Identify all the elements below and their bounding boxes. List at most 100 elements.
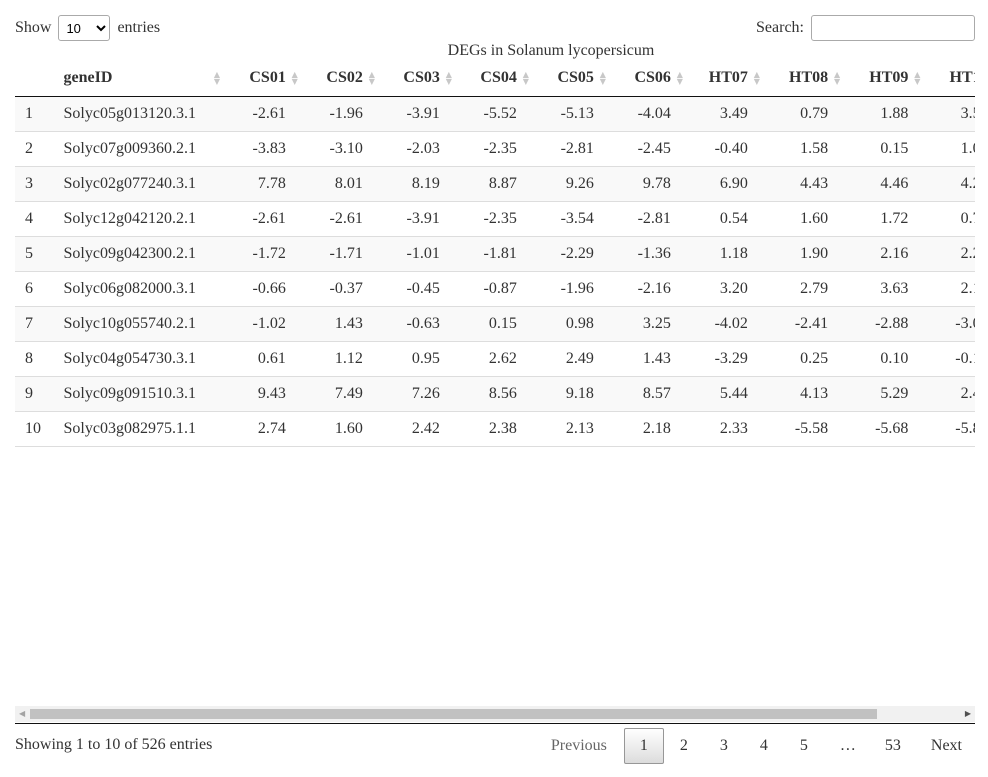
sort-arrows-icon: ▲ ▼ <box>213 70 220 86</box>
scrollbar-thumb[interactable] <box>30 709 877 719</box>
value-cell: -0.37 <box>303 271 381 307</box>
column-header-cs03[interactable]: CS03 ▲ ▼ <box>380 60 458 97</box>
value-cell: -0.45 <box>380 271 458 307</box>
sort-arrows-icon: ▲ ▼ <box>599 70 606 86</box>
gene-id-cell: Solyc06g082000.3.1 <box>53 271 227 307</box>
row-index-cell: 10 <box>15 411 54 447</box>
value-cell: 2.49 <box>534 341 612 377</box>
column-header-cs06[interactable]: CS06 ▲ ▼ <box>611 60 689 97</box>
value-cell: 0.10 <box>846 341 927 377</box>
table-row[interactable]: 1 Solyc05g013120.3.1 -2.61 -1.96 -3.91 -5.52-… <box>15 96 975 132</box>
value-cell: -3.10 <box>303 131 381 167</box>
column-header-cs05[interactable]: CS05 ▲ ▼ <box>534 60 612 97</box>
search-input[interactable] <box>811 15 975 42</box>
value-cell: 1.43 <box>611 341 689 377</box>
value-cell: -2.81 <box>534 131 612 167</box>
sort-arrows-icon: ▲ ▼ <box>676 70 683 86</box>
sort-arrows-icon: ▲ ▼ <box>291 70 298 86</box>
scroll-left-icon[interactable]: ◀ <box>19 709 25 719</box>
table-row[interactable]: 6 Solyc06g082000.3.1 -0.66 -0.37 -0.45 -0.87-… <box>15 271 975 307</box>
entries-label: entries <box>117 19 161 36</box>
column-header-label: HT08 <box>789 69 829 86</box>
scroll-right-icon[interactable]: ▶ <box>965 709 971 719</box>
value-cell: -3.04 <box>926 306 975 342</box>
next-button[interactable]: Next <box>918 728 975 764</box>
pagination: Previous 12345 … 53 Next <box>538 728 975 764</box>
value-cell: -0.40 <box>688 131 766 167</box>
gene-id-cell: Solyc05g013120.3.1 <box>53 96 227 132</box>
table-row[interactable]: 8 Solyc04g054730.3.1 0.61 1.12 0.95 2.62 2.49 1… <box>15 341 975 377</box>
value-cell: -2.61 <box>303 201 381 237</box>
sort-arrows-icon: ▲ ▼ <box>445 70 452 86</box>
page-length-select[interactable]: 10 <box>58 15 111 42</box>
row-index-cell: 6 <box>15 271 54 307</box>
value-cell: 0.15 <box>846 131 927 167</box>
search-label: Search: <box>756 19 804 36</box>
gene-id-cell: Solyc07g009360.2.1 <box>53 131 227 167</box>
table-row[interactable]: 2 Solyc07g009360.2.1 -3.83 -3.10 -2.03 -2.35-… <box>15 131 975 167</box>
table-row[interactable]: 4 Solyc12g042120.2.1 -2.61 -2.61 -3.91 -2.35-… <box>15 201 975 237</box>
column-header-cs04[interactable]: CS04 ▲ ▼ <box>457 60 535 97</box>
row-index-cell: 7 <box>15 306 54 342</box>
value-cell: 3.52 <box>926 96 975 132</box>
column-header-label: HT09 <box>869 69 909 86</box>
show-label: Show <box>15 19 52 36</box>
column-header-cs02[interactable]: CS02 ▲ ▼ <box>303 60 381 97</box>
value-cell: 8.01 <box>303 166 381 202</box>
value-cell: 5.29 <box>846 376 927 412</box>
value-cell: 0.95 <box>380 341 458 377</box>
value-cell: 4.13 <box>765 376 847 412</box>
value-cell: 2.42 <box>380 411 458 447</box>
horizontal-scrollbar[interactable]: ◀ ▶ <box>15 706 975 722</box>
table-row[interactable]: 3 Solyc02g077240.3.1 7.78 8.01 8.19 8.87 9.26 9… <box>15 166 975 202</box>
page-button-5[interactable]: 5 <box>784 728 824 764</box>
column-header-ht07[interactable]: HT07 ▲ ▼ <box>688 60 766 97</box>
previous-button[interactable]: Previous <box>538 728 620 764</box>
value-cell: 9.18 <box>534 376 612 412</box>
table-row[interactable]: 5 Solyc09g042300.2.1 -1.72 -1.71 -1.01 -1.81-… <box>15 236 975 272</box>
table-row[interactable]: 9 Solyc09g091510.3.1 9.43 7.49 7.26 8.56 9.18 8… <box>15 376 975 412</box>
page-button-last[interactable]: 53 <box>872 728 914 764</box>
search-control: Search: <box>756 14 975 42</box>
value-cell: 0.25 <box>765 341 847 377</box>
value-cell: -2.03 <box>380 131 458 167</box>
value-cell: 2.74 <box>226 411 304 447</box>
table-row[interactable]: 7 Solyc10g055740.2.1 -1.02 1.43 -0.63 0.15 0.9… <box>15 306 975 342</box>
page-button-2[interactable]: 2 <box>664 728 704 764</box>
value-cell: -3.91 <box>380 96 458 132</box>
column-header-label: CS05 <box>557 69 594 86</box>
value-cell: 0.76 <box>926 201 975 237</box>
page-button-3[interactable]: 3 <box>704 728 744 764</box>
table-caption: DEGs in Solanum lycopersicum <box>447 42 655 59</box>
column-header-geneid[interactable]: geneID ▲ ▼ <box>53 60 227 97</box>
value-cell: 8.57 <box>611 376 689 412</box>
value-cell: 1.90 <box>765 236 847 272</box>
value-cell: 1.72 <box>846 201 927 237</box>
value-cell: -3.54 <box>534 201 612 237</box>
value-cell: 1.60 <box>765 201 847 237</box>
row-index-cell: 2 <box>15 131 54 167</box>
column-header-label: HT10 <box>949 69 976 86</box>
page-button-1[interactable]: 1 <box>623 728 664 764</box>
page-button-4[interactable]: 4 <box>744 728 784 764</box>
value-cell: 8.19 <box>380 166 458 202</box>
value-cell: 2.79 <box>765 271 847 307</box>
value-cell: -2.35 <box>457 201 535 237</box>
value-cell: 4.46 <box>846 166 927 202</box>
value-cell: 5.44 <box>688 376 766 412</box>
column-header-ht10[interactable]: HT10▲▼ <box>926 60 975 97</box>
gene-id-cell: Solyc12g042120.2.1 <box>53 201 227 237</box>
column-header-ht08[interactable]: HT08 ▲ ▼ <box>765 60 847 97</box>
value-cell: -5.52 <box>457 96 535 132</box>
value-cell: 1.43 <box>303 306 381 342</box>
value-cell: 2.47 <box>926 376 975 412</box>
value-cell: -1.36 <box>611 236 689 272</box>
value-cell: -2.61 <box>226 201 304 237</box>
sort-arrows-icon: ▲ ▼ <box>834 70 841 86</box>
value-cell: -0.66 <box>226 271 304 307</box>
column-header-ht09[interactable]: HT09 ▲ ▼ <box>846 60 927 97</box>
data-table: geneID ▲ ▼ CS01 ▲ ▼ CS02 ▲ ▼ CS03 ▲ ▼ CS04 ▲ ▼ CS05 ▲ ▼ CS… <box>15 60 975 447</box>
table-row[interactable]: 10 Solyc03g082975.1.1 2.74 1.60 2.42 2.38 2.13… <box>15 411 975 447</box>
value-cell: -0.87 <box>457 271 535 307</box>
column-header-cs01[interactable]: CS01 ▲ ▼ <box>226 60 304 97</box>
